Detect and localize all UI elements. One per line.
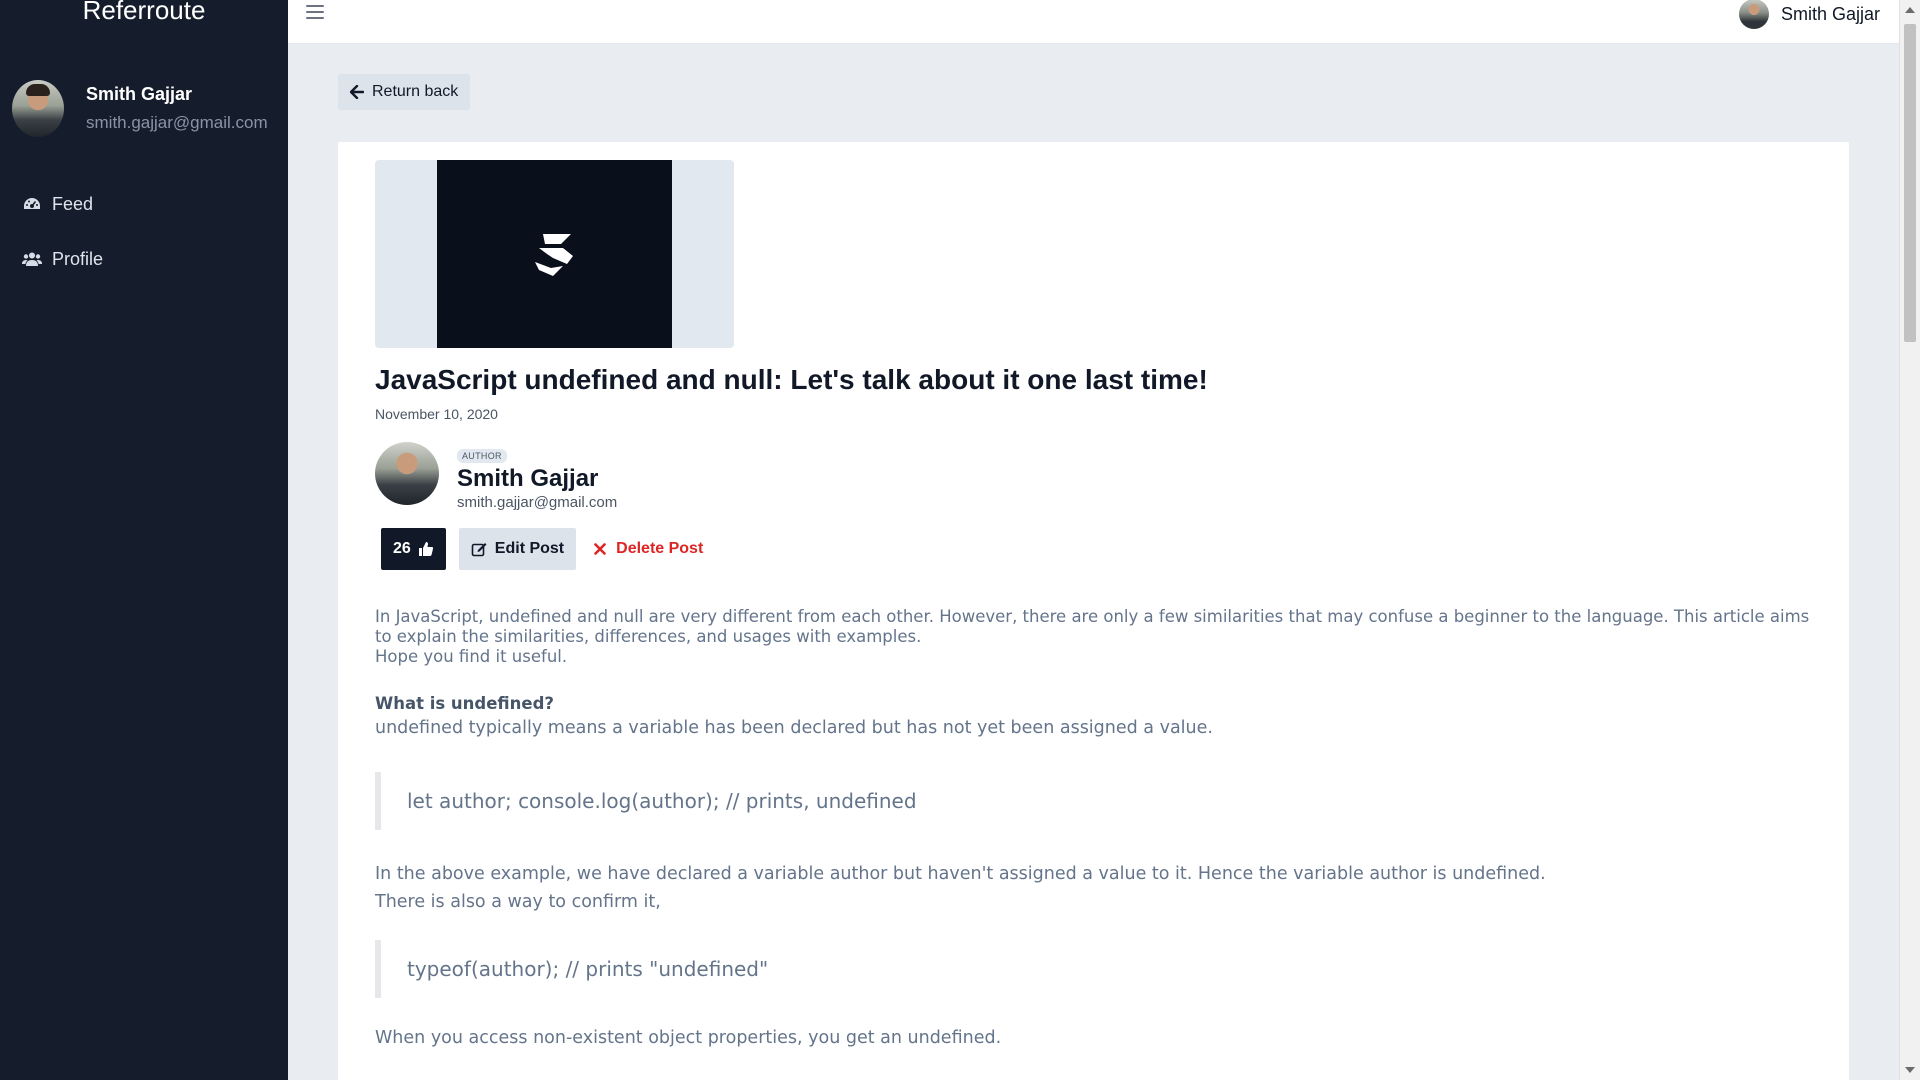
sidebar-user-name: Smith Gajjar [86, 84, 193, 104]
post-cover-image [375, 160, 734, 348]
sidebar-user: Smith Gajjar smith.gajjar@gmail.com [12, 80, 268, 137]
paragraph: In the above example, we have declared a… [375, 860, 1815, 916]
post-title: JavaScript undefined and null: Let's tal… [375, 364, 1208, 395]
intro-text: Hope you find it useful. [375, 647, 568, 666]
post-author: AUTHOR Smith Gajjar smith.gajjar@gmail.c… [375, 442, 617, 511]
return-back-button[interactable]: Return back [338, 74, 471, 110]
code-block: let author; console.log(author); // prin… [375, 772, 975, 830]
paragraph: undefined typically means a variable has… [375, 718, 1213, 738]
edit-post-button[interactable]: Edit Post [458, 528, 577, 570]
like-button[interactable]: 26 [381, 528, 446, 570]
top-user-menu[interactable]: Smith Gajjar [1738, 0, 1880, 29]
close-icon [594, 543, 606, 555]
code-block: typeof(author); // prints "undefined" [375, 940, 975, 998]
sidebar-item-label: Profile [52, 248, 104, 269]
brand-logo-text[interactable]: Referroute [0, 0, 288, 26]
section-heading: What is undefined? [375, 694, 554, 713]
scroll-down-icon[interactable] [1905, 1067, 1915, 1073]
page-scrollbar[interactable] [1899, 0, 1920, 1080]
sidebar-item-profile[interactable]: Profile [22, 245, 103, 273]
menu-icon[interactable] [306, 5, 324, 21]
paragraph-line: In the above example, we have declared a… [375, 864, 1546, 884]
paragraph: When you access non-existent object prop… [375, 1028, 1002, 1048]
paragraph-line: There is also a way to confirm it, [375, 892, 661, 912]
scrollbar-thumb[interactable] [1904, 24, 1916, 342]
sidebar-nav: Feed Profile [22, 190, 103, 300]
intro-text: In JavaScript, undefined and null are ve… [375, 607, 1810, 646]
sidebar: Referroute Smith Gajjar smith.gajjar@gma… [0, 0, 288, 1080]
post-card: JavaScript undefined and null: Let's tal… [338, 142, 1849, 1080]
avatar [1738, 0, 1769, 29]
delete-post-button[interactable]: Delete Post [594, 528, 703, 570]
sidebar-item-label: Feed [52, 193, 94, 214]
post-intro: In JavaScript, undefined and null are ve… [375, 607, 1815, 667]
author-name[interactable]: Smith Gajjar [457, 466, 617, 492]
users-icon [22, 249, 42, 269]
delete-post-label: Delete Post [616, 540, 704, 557]
top-user-name: Smith Gajjar [1780, 3, 1880, 24]
thumbs-up-icon [418, 541, 434, 557]
top-bar: Smith Gajjar [288, 0, 1920, 44]
sidebar-item-feed[interactable]: Feed [22, 190, 103, 218]
return-back-label: Return back [372, 83, 459, 100]
avatar [375, 442, 439, 505]
post-logo-icon [534, 234, 573, 276]
dashboard-icon [22, 194, 42, 214]
author-email: smith.gajjar@gmail.com [457, 494, 618, 511]
edit-icon [471, 541, 487, 557]
post-actions: 26 Edit Post Delete Post [381, 528, 703, 570]
like-count: 26 [393, 540, 411, 557]
scroll-up-icon[interactable] [1905, 7, 1915, 13]
sidebar-user-email: smith.gajjar@gmail.com [86, 113, 268, 132]
edit-post-label: Edit Post [494, 540, 565, 557]
post-date: November 10, 2020 [375, 406, 498, 422]
arrow-left-icon [350, 85, 364, 99]
author-badge: AUTHOR [457, 449, 507, 463]
avatar [12, 80, 64, 137]
